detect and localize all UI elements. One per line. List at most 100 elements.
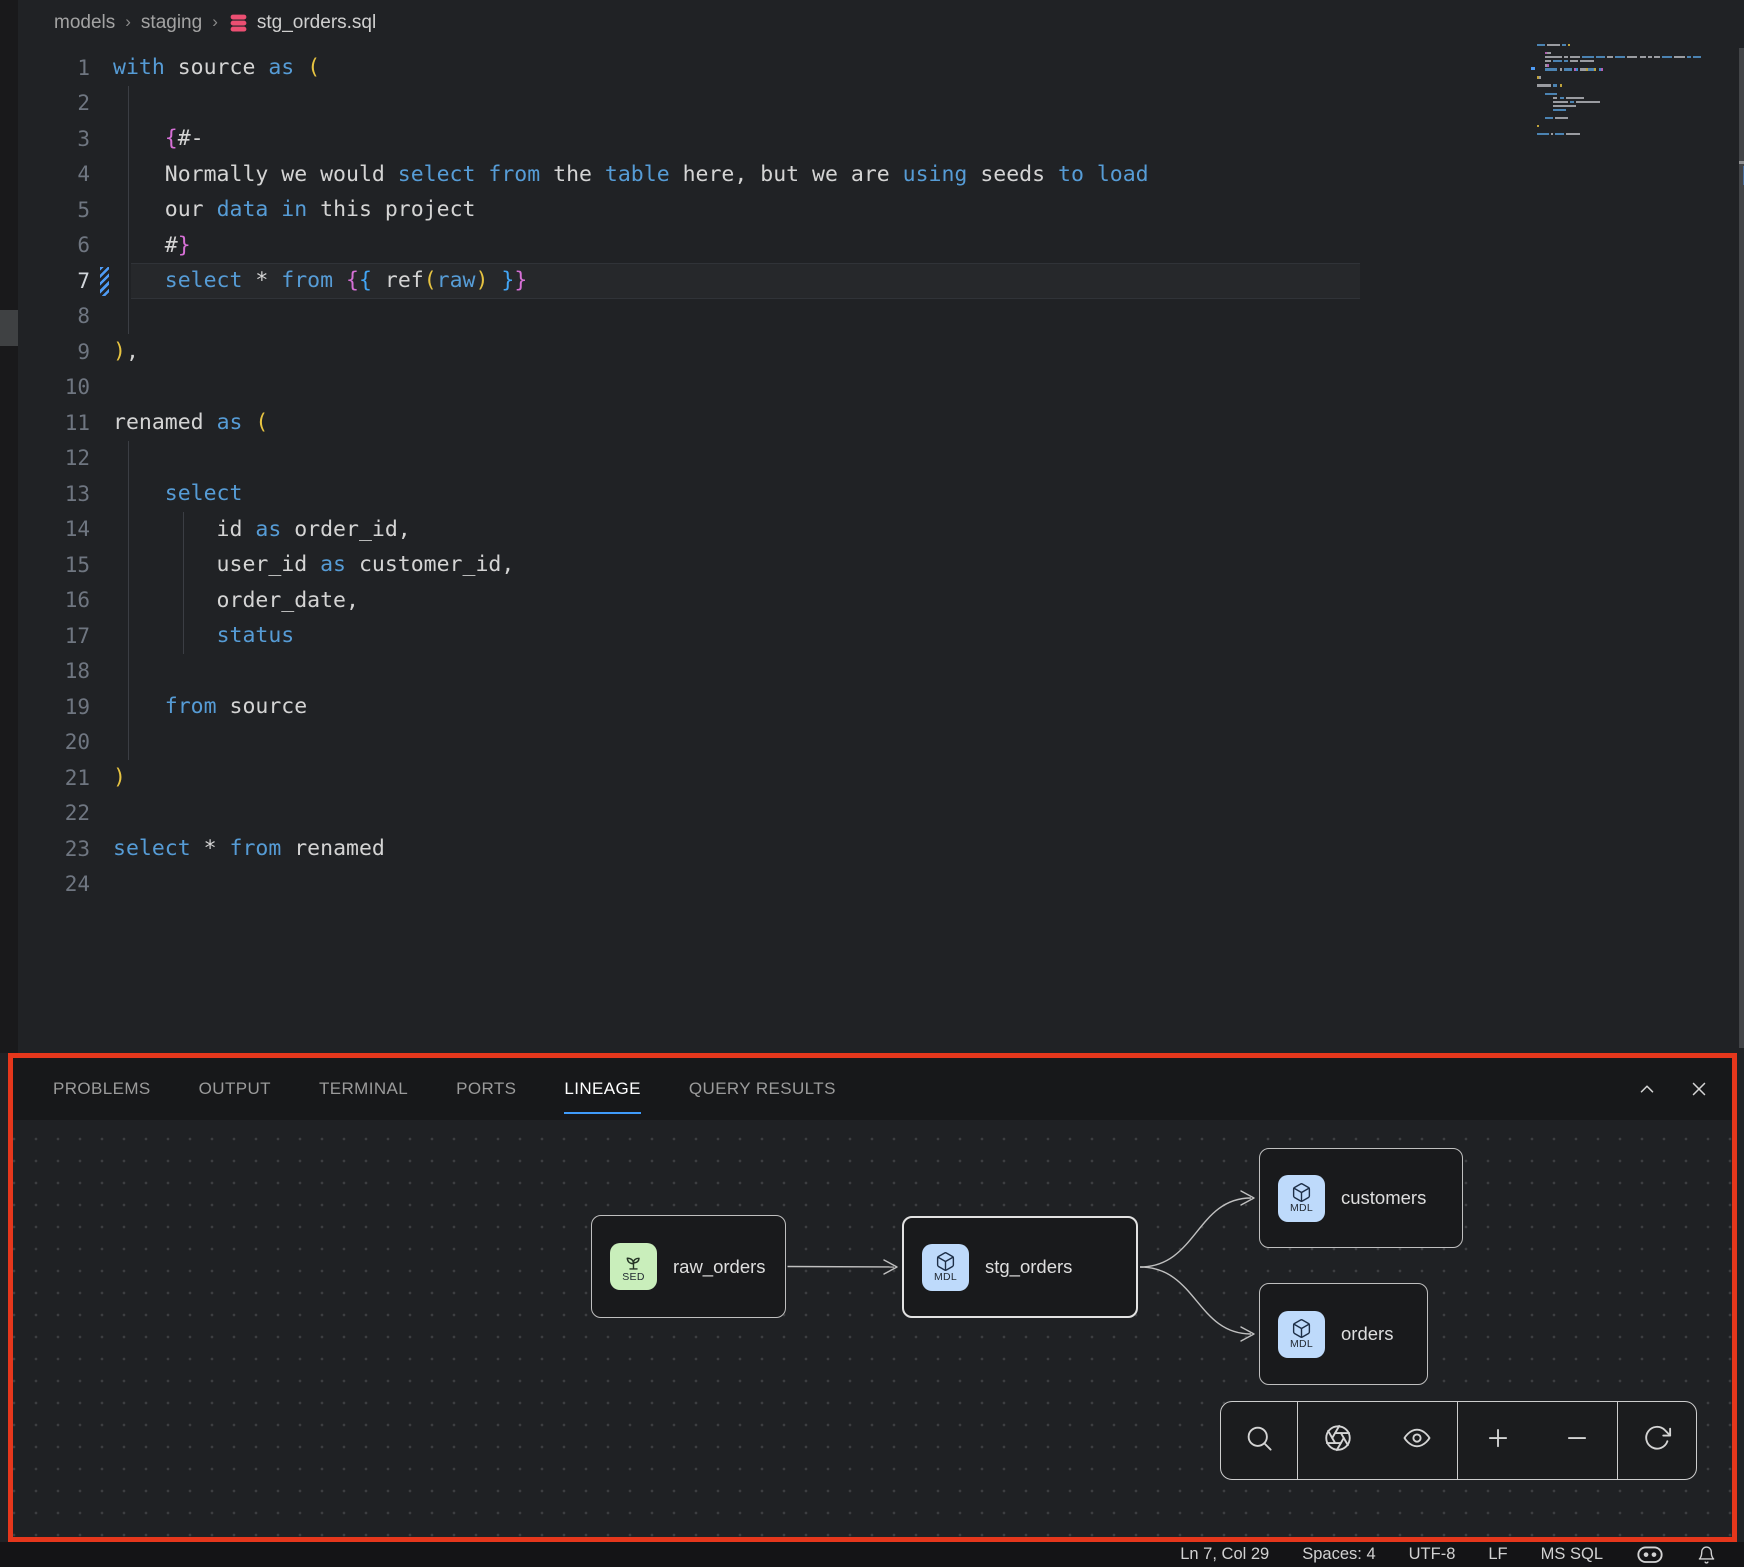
code-line[interactable]: 5 our data in this project bbox=[18, 192, 1744, 228]
code-text: #} bbox=[113, 233, 191, 258]
minus-button[interactable] bbox=[1562, 1423, 1592, 1458]
line-number[interactable]: 13 bbox=[18, 482, 90, 506]
code-line[interactable]: 3 {#- bbox=[18, 121, 1744, 157]
line-number[interactable]: 20 bbox=[18, 730, 90, 754]
tab-output[interactable]: OUTPUT bbox=[199, 1058, 271, 1120]
search-button[interactable] bbox=[1244, 1423, 1274, 1458]
code-editor[interactable]: 1with source as (23 {#-4 Normally we wou… bbox=[18, 50, 1744, 902]
code-line[interactable]: 2 bbox=[18, 86, 1744, 122]
code-line[interactable]: 8 bbox=[18, 299, 1744, 335]
status-cursor-position[interactable]: Ln 7, Col 29 bbox=[1180, 1545, 1269, 1564]
lineage-node-stg_orders[interactable]: MDLstg_orders bbox=[902, 1216, 1138, 1318]
line-number[interactable]: 15 bbox=[18, 553, 90, 577]
code-line[interactable]: 17 status bbox=[18, 618, 1744, 654]
line-number[interactable]: 1 bbox=[18, 56, 90, 80]
close-icon[interactable] bbox=[1688, 1078, 1710, 1100]
bell-icon[interactable] bbox=[1697, 1545, 1716, 1565]
line-number[interactable]: 6 bbox=[18, 233, 90, 257]
status-encoding[interactable]: UTF-8 bbox=[1409, 1545, 1456, 1564]
line-number[interactable]: 8 bbox=[18, 304, 90, 328]
code-line[interactable]: 24 bbox=[18, 867, 1744, 903]
code-text: Normally we would select from the table … bbox=[113, 162, 1149, 187]
minimap-line bbox=[1537, 136, 1707, 140]
plus-button[interactable] bbox=[1483, 1423, 1513, 1458]
model-badge: MDL bbox=[1278, 1311, 1325, 1358]
code-text: status bbox=[113, 623, 294, 648]
line-number[interactable]: 18 bbox=[18, 659, 90, 683]
line-number[interactable]: 14 bbox=[18, 517, 90, 541]
code-line[interactable]: 16 order_date, bbox=[18, 583, 1744, 619]
lineage-node-orders[interactable]: MDLorders bbox=[1259, 1283, 1428, 1385]
eye-icon bbox=[1402, 1423, 1432, 1458]
minimap-slider-edge bbox=[1739, 161, 1744, 164]
line-number[interactable]: 11 bbox=[18, 411, 90, 435]
tab-problems[interactable]: PROBLEMS bbox=[53, 1058, 151, 1120]
line-number[interactable]: 5 bbox=[18, 198, 90, 222]
line-number[interactable]: 10 bbox=[18, 375, 90, 399]
lineage-node-customers[interactable]: MDL customers bbox=[1259, 1148, 1463, 1248]
code-line[interactable]: 18 bbox=[18, 654, 1744, 690]
plus-icon bbox=[1483, 1423, 1513, 1458]
code-line[interactable]: 14 id as order_id, bbox=[18, 512, 1744, 548]
line-number[interactable]: 2 bbox=[18, 91, 90, 115]
status-language-mode[interactable]: MS SQL bbox=[1541, 1545, 1603, 1564]
chevron-right-icon: › bbox=[212, 12, 218, 32]
line-number[interactable]: 17 bbox=[18, 624, 90, 648]
node-label: customers bbox=[1341, 1187, 1426, 1209]
line-number[interactable]: 23 bbox=[18, 837, 90, 861]
model-badge: MDL bbox=[1278, 1175, 1325, 1222]
lineage-node-raw_orders[interactable]: SEDraw_orders bbox=[591, 1215, 786, 1318]
copilot-icon[interactable] bbox=[1636, 1545, 1664, 1565]
code-line[interactable]: 4 Normally we would select from the tabl… bbox=[18, 157, 1744, 193]
refresh-button[interactable] bbox=[1642, 1423, 1672, 1458]
tab-ports[interactable]: PORTS bbox=[456, 1058, 516, 1120]
minimap-git-marker bbox=[1531, 67, 1535, 70]
line-number[interactable]: 4 bbox=[18, 162, 90, 186]
code-line[interactable]: 20 bbox=[18, 725, 1744, 761]
toolbar-group bbox=[1618, 1402, 1696, 1479]
code-line[interactable]: 21) bbox=[18, 760, 1744, 796]
status-indentation[interactable]: Spaces: 4 bbox=[1302, 1545, 1375, 1564]
scrollbar[interactable] bbox=[1739, 48, 1744, 1048]
code-line[interactable]: 11renamed as ( bbox=[18, 405, 1744, 441]
line-number[interactable]: 21 bbox=[18, 766, 90, 790]
breadcrumb-item-staging[interactable]: staging bbox=[141, 12, 202, 34]
panel-actions bbox=[1636, 1058, 1710, 1120]
code-line[interactable]: 23select * from renamed bbox=[18, 831, 1744, 867]
code-line[interactable]: 6 #} bbox=[18, 228, 1744, 264]
tab-query-results[interactable]: QUERY RESULTS bbox=[689, 1058, 836, 1120]
code-line[interactable]: 1with source as ( bbox=[18, 50, 1744, 86]
line-number[interactable]: 7 bbox=[18, 269, 90, 293]
code-line[interactable]: 13 select bbox=[18, 476, 1744, 512]
eye-button[interactable] bbox=[1402, 1423, 1432, 1458]
code-line[interactable]: 10 bbox=[18, 370, 1744, 406]
database-icon bbox=[228, 13, 249, 34]
line-number[interactable]: 16 bbox=[18, 588, 90, 612]
code-line[interactable]: 12 bbox=[18, 441, 1744, 477]
chevron-up-icon[interactable] bbox=[1636, 1078, 1658, 1100]
code-line[interactable]: 9), bbox=[18, 334, 1744, 370]
tab-lineage[interactable]: LINEAGE bbox=[564, 1058, 641, 1120]
line-number[interactable]: 9 bbox=[18, 340, 90, 364]
line-number[interactable]: 3 bbox=[18, 127, 90, 151]
aperture-button[interactable] bbox=[1323, 1423, 1353, 1458]
tab-terminal[interactable]: TERMINAL bbox=[319, 1058, 408, 1120]
search-icon bbox=[1244, 1423, 1274, 1458]
code-line[interactable]: 19 from source bbox=[18, 689, 1744, 725]
activity-strip-handle[interactable] bbox=[0, 310, 18, 346]
lineage-canvas[interactable]: SEDraw_ordersMDLstg_ordersMDLcustomersMD… bbox=[13, 1120, 1732, 1537]
line-number[interactable]: 24 bbox=[18, 872, 90, 896]
editor-region[interactable]: models › staging › stg_orders.sql 1with bbox=[18, 0, 1744, 1053]
code-line[interactable]: 15 user_id as customer_id, bbox=[18, 547, 1744, 583]
status-eol[interactable]: LF bbox=[1488, 1545, 1507, 1564]
breadcrumb-item-file[interactable]: stg_orders.sql bbox=[228, 12, 376, 34]
minus-icon bbox=[1562, 1423, 1592, 1458]
minimap[interactable] bbox=[1537, 43, 1707, 145]
line-number[interactable]: 19 bbox=[18, 695, 90, 719]
code-text: ), bbox=[113, 339, 139, 364]
breadcrumb-item-models[interactable]: models bbox=[54, 12, 115, 34]
code-text: id as order_id, bbox=[113, 517, 411, 542]
line-number[interactable]: 22 bbox=[18, 801, 90, 825]
line-number[interactable]: 12 bbox=[18, 446, 90, 470]
code-line[interactable]: 22 bbox=[18, 796, 1744, 832]
